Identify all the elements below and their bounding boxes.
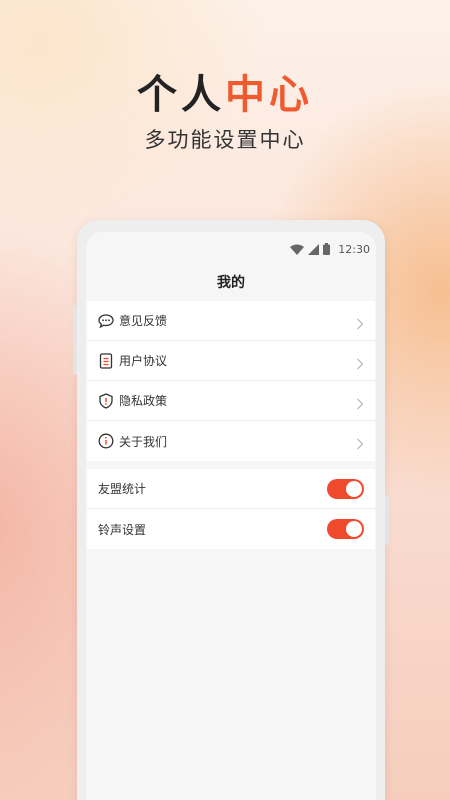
phone-side-button-right [385,495,389,545]
switch-knob [346,521,362,537]
menu-item-about-us[interactable]: 关于我们 [87,421,375,461]
chat-bubble-icon [98,313,114,329]
chevron-right-icon [356,435,364,450]
document-icon [98,352,114,369]
menu-item-label: 关于我们 [119,434,168,449]
chevron-right-icon [356,395,364,409]
menu-item-label: 用户协议 [119,354,168,368]
phone-screen: 12:30 我的 意见反馈 用户协议 隐私政策 关于我们 友盟统计 铃声设置 [86,232,376,800]
toggle-row-umeng-stats: 友盟统计 [87,469,375,509]
menu-item-user-agreement[interactable]: 用户协议 [87,341,375,381]
menu-list: 意见反馈 用户协议 隐私政策 关于我们 [87,301,375,461]
menu-item-feedback[interactable]: 意见反馈 [87,301,375,341]
chevron-right-icon [356,315,364,329]
menu-item-privacy-policy[interactable]: 隐私政策 [87,381,375,421]
page-title: 我的 [217,275,245,291]
hero-subtitle: 多功能设置中心 [144,128,306,152]
chevron-right-icon [356,355,364,369]
menu-item-label: 隐私政策 [119,394,168,408]
hero-title: 个人中心 [0,62,450,120]
toggle-label: 铃声设置 [98,522,147,537]
toggle-label: 友盟统计 [98,482,147,496]
battery-icon [323,243,331,255]
shield-icon [98,392,114,409]
wifi-icon [290,244,305,255]
switch-knob [346,480,362,497]
status-time: 12:30 [338,242,370,256]
phone-side-button-left [73,305,77,375]
hero-title-accent: 中心 [225,71,313,118]
toggle-row-ringtone: 铃声设置 [87,509,375,549]
toggle-list: 友盟统计 铃声设置 [87,469,375,549]
status-bar: 12:30 [290,242,370,256]
menu-item-label: 意见反馈 [119,314,168,328]
hero-title-main: 个人 [137,71,225,118]
ringtone-switch[interactable] [327,519,364,539]
umeng-stats-switch[interactable] [327,478,364,499]
info-icon [98,433,114,449]
signal-icon [308,243,320,255]
